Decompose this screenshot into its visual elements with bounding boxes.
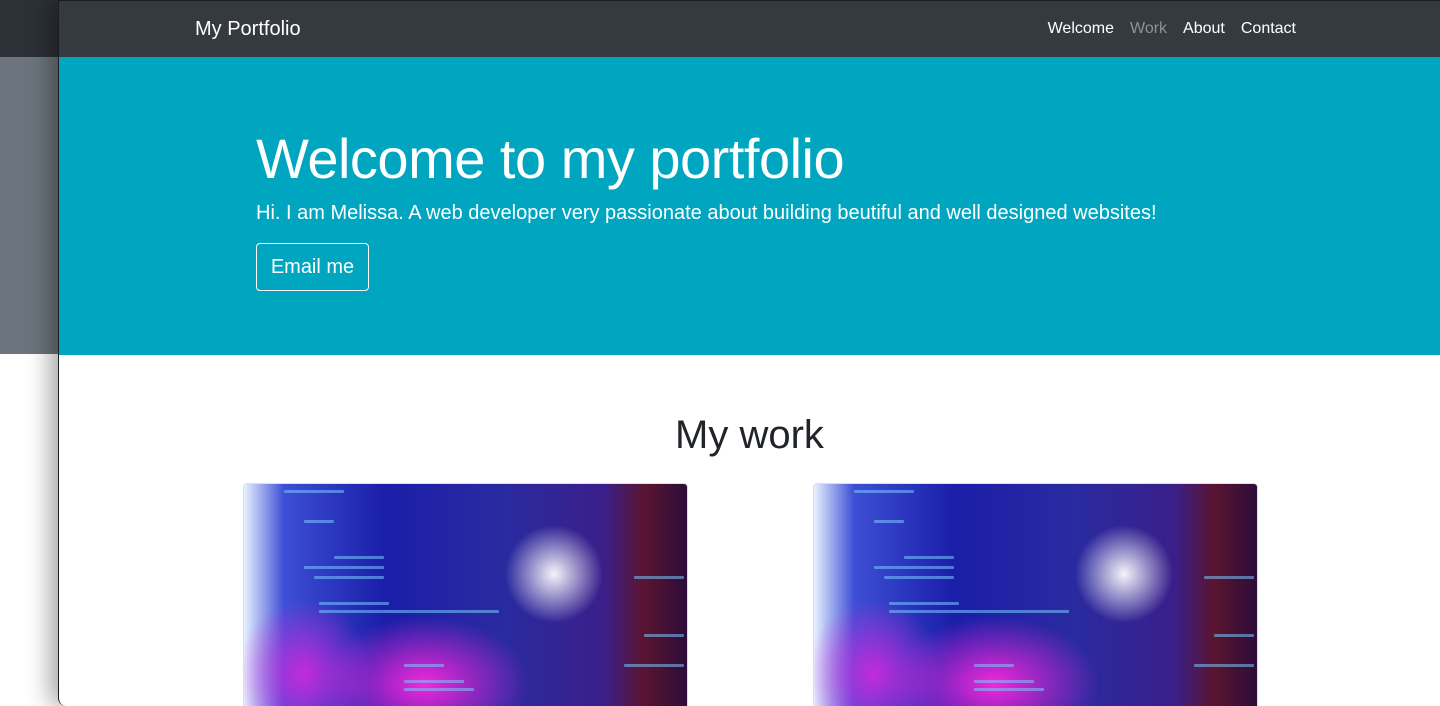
nav-link-welcome[interactable]: Welcome xyxy=(1048,19,1114,39)
navbar-brand[interactable]: My Portfolio xyxy=(195,17,301,41)
nav-link-contact[interactable]: Contact xyxy=(1241,19,1296,39)
hero-title: Welcome to my portfolio xyxy=(256,127,845,190)
nav-links: Welcome Work About Contact xyxy=(1048,19,1296,39)
background-window xyxy=(0,0,60,354)
hero-jumbotron: Welcome to my portfolio Hi. I am Melissa… xyxy=(59,57,1440,355)
work-card-image xyxy=(814,484,1257,706)
nav-link-work[interactable]: Work xyxy=(1130,19,1167,39)
work-card[interactable] xyxy=(813,483,1258,706)
navbar: My Portfolio Welcome Work About Contact xyxy=(59,1,1440,57)
work-card[interactable] xyxy=(243,483,688,706)
email-me-button[interactable]: Email me xyxy=(256,243,369,291)
work-section-title: My work xyxy=(675,413,824,457)
nav-link-about[interactable]: About xyxy=(1183,19,1225,39)
hero-subtitle: Hi. I am Melissa. A web developer very p… xyxy=(256,202,1157,224)
work-card-image xyxy=(244,484,687,706)
browser-page: My Portfolio Welcome Work About Contact … xyxy=(58,0,1440,706)
